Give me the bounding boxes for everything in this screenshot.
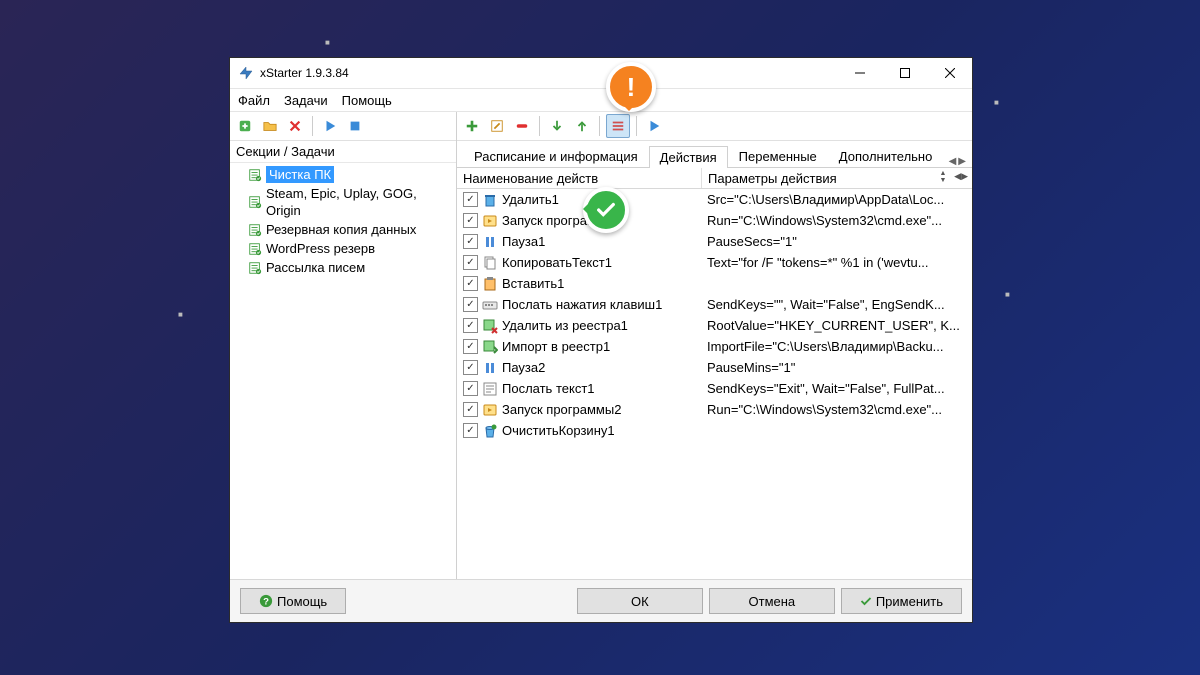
edit-action-icon[interactable] <box>486 115 508 137</box>
tree-item[interactable]: Резервная копия данных <box>230 220 456 239</box>
ok-button[interactable]: ОК <box>577 588 703 614</box>
row-checkbox[interactable]: ✓ <box>463 213 478 228</box>
action-name: Послать нажатия клавиш1 <box>502 297 662 312</box>
menubar: Файл Задачи Помощь <box>230 89 972 111</box>
row-checkbox[interactable]: ✓ <box>463 255 478 270</box>
row-checkbox[interactable]: ✓ <box>463 297 478 312</box>
left-panel: Секции / Задачи Чистка ПКSteam, Epic, Up… <box>230 112 457 579</box>
action-row[interactable]: ✓ Удалить из реестра1 RootValue="HKEY_CURR… <box>457 315 972 336</box>
right-toolbar <box>457 112 972 141</box>
svg-text:?: ? <box>263 597 269 608</box>
app-icon <box>238 65 254 81</box>
action-params: Run="C:\Windows\System32\cmd.exe"... <box>701 213 972 228</box>
action-params: PauseMins="1" <box>701 360 972 375</box>
action-row[interactable]: ✓ Пауза2 PauseMins="1" <box>457 357 972 378</box>
tree-header: Секции / Задачи <box>230 141 456 163</box>
action-name: ОчиститьКорзину1 <box>502 423 615 438</box>
tree-item[interactable]: Рассылка писем <box>230 258 456 277</box>
action-params: Run="C:\Windows\System32\cmd.exe"... <box>701 402 972 417</box>
left-toolbar <box>230 112 456 141</box>
action-row[interactable]: ✓ Вставить1 <box>457 273 972 294</box>
play-icon[interactable] <box>319 115 341 137</box>
tab-vars[interactable]: Переменные <box>728 145 828 167</box>
action-params: ImportFile="C:\Users\Владимир\Backu... <box>701 339 972 354</box>
menu-file[interactable]: Файл <box>238 93 270 108</box>
action-params: Src="C:\Users\Владимир\AppData\Loc... <box>701 192 972 207</box>
tab-actions[interactable]: Действия <box>649 146 728 168</box>
action-row[interactable]: ✓ Послать нажатия клавиш1 SendKeys="", Wai… <box>457 294 972 315</box>
tree-item[interactable]: WordPress резерв <box>230 239 456 258</box>
row-checkbox[interactable]: ✓ <box>463 276 478 291</box>
task-tree[interactable]: Чистка ПКSteam, Epic, Uplay, GOG, Origin… <box>230 163 456 579</box>
apply-button[interactable]: Применить <box>841 588 962 614</box>
stop-icon[interactable] <box>344 115 366 137</box>
col-name[interactable]: Наименование действ <box>457 168 702 188</box>
right-panel: Расписание и информация Действия Перемен… <box>457 112 972 579</box>
callout-badge-alert: ! <box>606 62 656 112</box>
tree-item[interactable]: Steam, Epic, Uplay, GOG, Origin <box>230 184 456 220</box>
action-params: PauseSecs="1" <box>701 234 972 249</box>
action-name: Послать текст1 <box>502 381 595 396</box>
help-button[interactable]: ?Помощь <box>240 588 346 614</box>
row-checkbox[interactable]: ✓ <box>463 234 478 249</box>
action-name: Запуск программы2 <box>502 402 621 417</box>
col-expand[interactable]: ◀▶ <box>954 171 968 182</box>
maximize-button[interactable] <box>882 58 927 88</box>
action-row[interactable]: ✓ Послать текст1 SendKeys="Exit", Wait="Fa… <box>457 378 972 399</box>
action-row[interactable]: ✓ Удалить1 Src="C:\Users\Владимир\AppData\… <box>457 189 972 210</box>
row-checkbox[interactable]: ✓ <box>463 360 478 375</box>
row-checkbox[interactable]: ✓ <box>463 381 478 396</box>
move-down-icon[interactable] <box>546 115 568 137</box>
row-checkbox[interactable]: ✓ <box>463 339 478 354</box>
tabs: Расписание и информация Действия Перемен… <box>457 141 972 168</box>
folder-icon[interactable] <box>259 115 281 137</box>
row-checkbox[interactable]: ✓ <box>463 402 478 417</box>
menu-tasks[interactable]: Задачи <box>284 93 328 108</box>
tree-item[interactable]: Чистка ПК <box>230 165 456 184</box>
tab-extra[interactable]: Дополнительно <box>828 145 944 167</box>
action-name: Пауза2 <box>502 360 545 375</box>
action-row[interactable]: ✓ ОчиститьКорзину1 <box>457 420 972 441</box>
callout-badge-check <box>583 187 629 233</box>
col-params[interactable]: Параметры действия <box>702 168 972 188</box>
action-name: Пауза1 <box>502 234 545 249</box>
close-button[interactable] <box>927 58 972 88</box>
run-action-icon[interactable] <box>643 115 665 137</box>
titlebar: xStarter 1.9.3.84 <box>230 58 972 89</box>
row-checkbox[interactable]: ✓ <box>463 423 478 438</box>
action-params: Text="for /F "tokens=*" %1 in ('wevtu... <box>701 255 972 270</box>
action-params: SendKeys="", Wait="False", EngSendK... <box>701 297 972 312</box>
window-title: xStarter 1.9.3.84 <box>260 66 837 80</box>
action-row[interactable]: ✓ КопироватьТекст1 Text="for /F "tokens=*"… <box>457 252 972 273</box>
action-params: SendKeys="Exit", Wait="False", FullPat..… <box>701 381 972 396</box>
action-row[interactable]: ✓ Импорт в реестр1 ImportFile="C:\Users\Вл… <box>457 336 972 357</box>
row-checkbox[interactable]: ✓ <box>463 192 478 207</box>
tab-scroll[interactable]: ◀▶ <box>949 156 966 167</box>
action-params: RootValue="HKEY_CURRENT_USER", K... <box>701 318 972 333</box>
move-up-icon[interactable] <box>571 115 593 137</box>
action-row[interactable]: ✓ Пауза1 PauseSecs="1" <box>457 231 972 252</box>
minimize-button[interactable] <box>837 58 882 88</box>
add-action-icon[interactable] <box>461 115 483 137</box>
action-row[interactable]: ✓Запуск програмRun="C:\Windows\System32\… <box>457 210 972 231</box>
grid-header: Наименование действ Параметры действия ▲… <box>457 168 972 189</box>
action-name: Импорт в реестр1 <box>502 339 610 354</box>
delete-icon[interactable] <box>284 115 306 137</box>
action-row[interactable]: ✓ Запуск программы2 Run="C:\Windows\System… <box>457 399 972 420</box>
action-name: Вставить1 <box>502 276 564 291</box>
actions-grid: Наименование действ Параметры действия ▲… <box>457 168 972 579</box>
footer: ?Помощь ОК Отмена Применить <box>230 579 972 622</box>
action-name: КопироватьТекст1 <box>502 255 612 270</box>
cancel-button[interactable]: Отмена <box>709 588 835 614</box>
app-window: xStarter 1.9.3.84 Файл Задачи Помощь Сек… <box>229 57 973 623</box>
remove-action-icon[interactable] <box>511 115 533 137</box>
action-name: Удалить из реестра1 <box>502 318 628 333</box>
row-checkbox[interactable]: ✓ <box>463 318 478 333</box>
col-spinner[interactable]: ▲▼ <box>936 170 950 184</box>
action-name: Удалить1 <box>502 192 559 207</box>
tab-schedule[interactable]: Расписание и информация <box>463 145 649 167</box>
menu-help[interactable]: Помощь <box>342 93 392 108</box>
new-task-icon[interactable] <box>234 115 256 137</box>
